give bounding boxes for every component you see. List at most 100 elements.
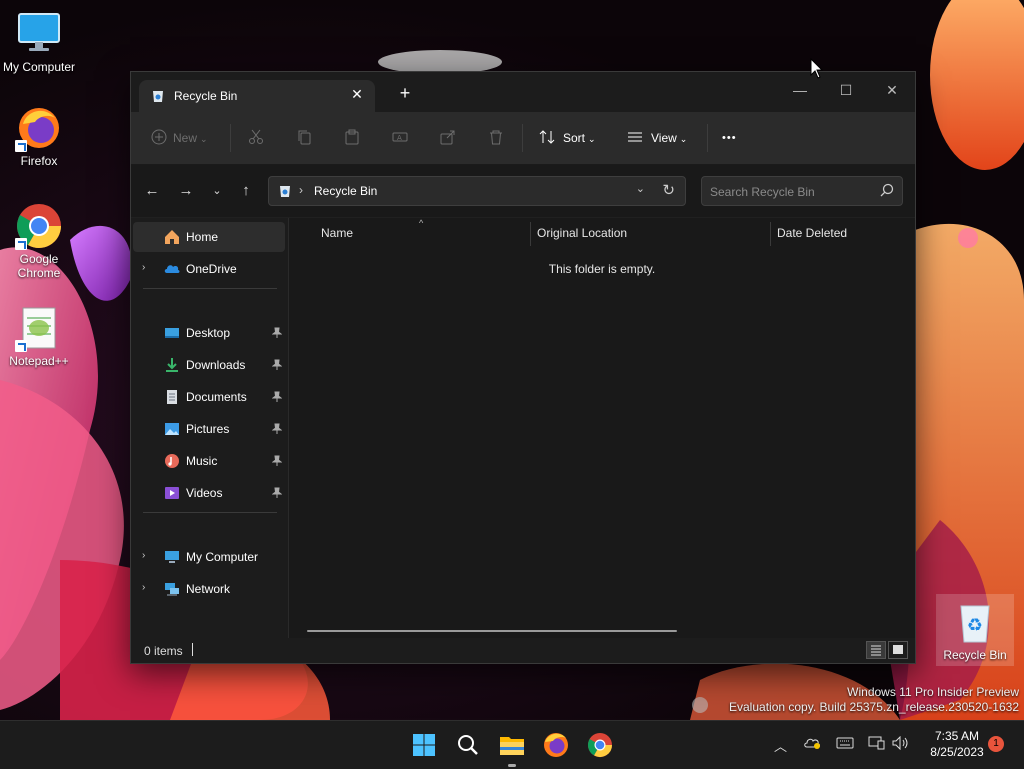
copy-icon [298, 130, 311, 145]
pin-icon[interactable] [272, 327, 282, 339]
refresh-button[interactable]: ↻ [662, 181, 675, 199]
column-resize-handle[interactable] [770, 222, 771, 246]
desktop-icon-firefox[interactable]: Firefox [1, 104, 77, 168]
pin-icon[interactable] [272, 455, 282, 467]
recent-locations-button[interactable]: ⌄ [205, 178, 229, 204]
minimize-button[interactable]: — [777, 76, 823, 104]
taskbar-firefox[interactable] [540, 729, 572, 761]
sidebar-item-network[interactable]: › Network [133, 574, 285, 604]
watermark-line: Windows 11 Pro Insider Preview [847, 685, 1019, 699]
search-icon[interactable] [880, 183, 894, 197]
tab-recycle-bin[interactable]: Recycle Bin ✕ [139, 80, 375, 112]
desktop-icon-chrome[interactable]: Google Chrome [1, 202, 77, 280]
system-clock[interactable]: 7:35 AM 8/25/2023 [922, 728, 992, 760]
recycle-bin-icon: ♻ [951, 598, 999, 646]
close-button[interactable]: ✕ [869, 76, 915, 104]
column-header-name[interactable]: Name [321, 226, 353, 246]
more-options-button[interactable]: ••• [722, 112, 737, 164]
sidebar-item-label: Music [186, 454, 218, 468]
sidebar-item-downloads[interactable]: Downloads [133, 350, 285, 380]
share-icon [440, 130, 455, 145]
file-explorer-icon [500, 737, 524, 755]
address-dropdown-button[interactable]: ⌄ [636, 182, 645, 195]
sidebar-item-music[interactable]: Music [133, 446, 285, 476]
tab-close-button[interactable]: ✕ [349, 86, 365, 104]
keyboard-icon [836, 737, 854, 749]
column-resize-handle[interactable] [530, 222, 531, 246]
search-input[interactable] [702, 177, 882, 207]
start-button[interactable] [408, 729, 440, 761]
sidebar-item-documents[interactable]: Documents [133, 382, 285, 412]
paste-button[interactable] [344, 112, 360, 164]
cut-button[interactable] [248, 112, 264, 164]
sidebar-item-my-computer[interactable]: › My Computer [133, 542, 285, 572]
taskbar-file-explorer[interactable] [496, 729, 528, 767]
pictures-icon [165, 423, 179, 435]
chevron-right-icon[interactable]: › [142, 550, 145, 561]
forward-button[interactable]: → [174, 178, 198, 204]
sort-label: Sort [563, 131, 586, 145]
chevron-down-icon: ⌄ [635, 183, 645, 195]
view-button[interactable]: View ⌄ [627, 112, 687, 164]
large-icons-view-button[interactable] [888, 641, 908, 659]
sort-icon [539, 130, 555, 144]
desktop-icon-label: Google Chrome [17, 252, 61, 280]
clock-time: 7:35 AM [934, 729, 980, 743]
rename-button[interactable]: A [392, 112, 408, 164]
watermark-line: Evaluation copy. Build 25375.zn_release.… [729, 700, 1019, 714]
pin-icon[interactable] [272, 391, 282, 403]
notification-badge[interactable]: 1 [988, 736, 1004, 752]
pin-icon[interactable] [272, 423, 282, 435]
sidebar-item-home[interactable]: Home [133, 222, 285, 252]
desktop-icon-label: Notepad++ [9, 354, 69, 368]
desktop-icon-label: Recycle Bin [943, 648, 1007, 662]
back-button[interactable]: ← [140, 178, 164, 204]
breadcrumb-recycle-bin[interactable]: Recycle Bin [314, 184, 377, 198]
maximize-button[interactable]: ☐ [823, 76, 869, 104]
sidebar-item-pictures[interactable]: Pictures [133, 414, 285, 444]
taskbar-chrome[interactable] [584, 729, 616, 761]
pin-icon[interactable] [272, 487, 282, 499]
os-watermark: Windows 11 Pro Insider Preview Evaluatio… [729, 685, 1019, 715]
sidebar-item-videos[interactable]: Videos [133, 478, 285, 508]
details-view-button[interactable] [866, 641, 886, 659]
onedrive-warning-icon [804, 738, 820, 749]
network-icon [165, 583, 179, 596]
sidebar-item-label: Documents [186, 390, 247, 404]
chevron-right-icon[interactable]: › [142, 262, 145, 273]
horizontal-scrollbar[interactable] [307, 630, 677, 632]
pin-icon[interactable] [272, 359, 282, 371]
column-header-original-location[interactable]: Original Location [537, 226, 627, 246]
desktop-icon-recycle-bin[interactable]: ♻ Recycle Bin [936, 594, 1014, 666]
keyboard-layout-button[interactable] [836, 736, 854, 753]
chevron-up-icon: ︿ [774, 739, 788, 754]
delete-button[interactable] [488, 112, 504, 164]
desktop-icon-notepadpp[interactable]: Notepad++ [1, 304, 77, 368]
refresh-icon: ↻ [662, 182, 675, 199]
tiles-view-icon [893, 645, 903, 654]
sidebar-item-desktop[interactable]: Desktop [133, 318, 285, 348]
show-hidden-icons-button[interactable]: ︿ [774, 736, 787, 755]
chevron-right-icon[interactable]: › [142, 582, 145, 593]
navigation-bar: ← → ⌄ ↑ › Recycle Bin ⌄ ↻ [131, 165, 915, 217]
taskbar-search-button[interactable] [452, 729, 484, 761]
title-bar[interactable]: Recycle Bin ✕ + — ☐ ✕ [131, 72, 915, 112]
volume-button[interactable] [892, 735, 910, 753]
onedrive-tray-button[interactable] [804, 736, 822, 753]
network-tray-button[interactable] [868, 736, 886, 753]
share-button[interactable] [440, 112, 456, 164]
sidebar-item-label: Videos [186, 486, 223, 500]
desktop-icon-my-computer[interactable]: My Computer [1, 10, 77, 74]
new-button[interactable]: New ⌄ [151, 112, 208, 164]
divider [522, 124, 523, 152]
sort-button[interactable]: Sort ⌄ [539, 112, 596, 164]
copy-button[interactable] [296, 112, 312, 164]
arrow-left-icon: ← [144, 182, 160, 199]
column-header-date-deleted[interactable]: Date Deleted [777, 226, 847, 246]
sidebar-item-onedrive[interactable]: › OneDrive [133, 254, 285, 284]
new-tab-button[interactable]: + [395, 83, 415, 103]
up-button[interactable]: ↑ [234, 178, 258, 204]
address-bar[interactable]: › Recycle Bin ⌄ ↻ [268, 176, 686, 206]
speaker-icon [892, 735, 908, 751]
mouse-cursor-icon [810, 58, 824, 79]
